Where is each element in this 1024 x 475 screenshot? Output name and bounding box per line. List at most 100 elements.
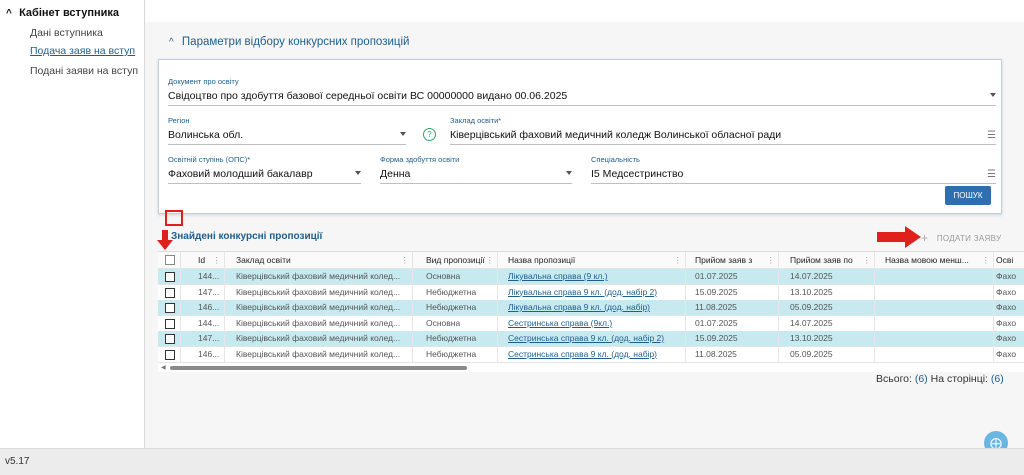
cell-name: Лікувальна справа 9 кл. (дод. набір) <box>498 300 686 315</box>
institution-field[interactable]: Заклад освіти* Ківерцівський фаховий мед… <box>450 116 996 145</box>
cell-name: Сестринська справа 9 кл. (дод. набір) <box>498 346 686 362</box>
chevron-down-icon[interactable] <box>566 171 572 175</box>
cell-institution: Ківерцівський фаховий медичний колед... <box>225 300 413 315</box>
per-page-count: (6) <box>990 373 1004 385</box>
select-all-checkbox[interactable] <box>165 255 175 265</box>
select-cell <box>158 346 181 362</box>
sidebar-title-label: Кабінет вступника <box>19 7 119 19</box>
sidebar-item-submitted-applications[interactable]: Подані заяви на вступ <box>30 65 138 77</box>
cell-from: 11.08.2025 <box>686 300 779 315</box>
table-totals: Всього: (6) На сторінці: (6) <box>876 373 1004 385</box>
offer-link[interactable]: Лікувальна справа 9 кл. (дод. набір 2) <box>508 287 657 297</box>
column-header-to[interactable]: Прийом заяв по ⋮ <box>779 252 875 268</box>
cell-edu: Фахо <box>994 300 1024 315</box>
cell-kind: Небюджетна <box>413 300 498 315</box>
offer-link[interactable]: Сестринська справа 9 кл. (дод. набір 2) <box>508 333 664 343</box>
horizontal-scrollbar[interactable]: ◀ <box>158 364 1024 372</box>
cell-to: 14.07.2025 <box>779 315 875 331</box>
cell-edu: Фахо <box>994 285 1024 300</box>
cell-id: 147... <box>181 284 225 300</box>
offer-link[interactable]: Лікувальна справа (9 кл.) <box>508 271 608 281</box>
cell-kind: Небюджетна <box>413 331 498 346</box>
table-row[interactable]: 147... Ківерцівський фаховий медичний кол… <box>158 331 1024 347</box>
region-field[interactable]: Регіон Волинська обл. <box>168 116 406 145</box>
submit-application-label: ПОДАТИ ЗАЯВУ <box>936 234 1002 243</box>
cell-institution: Ківерцівський фаховий медичний колед... <box>225 315 413 331</box>
top-bar <box>145 0 1024 22</box>
table-header: Id ⋮ Заклад освіти ⋮ Вид пропозиції ⋮ Назва… <box>158 252 1024 269</box>
cell-from: 15.09.2025 <box>686 331 779 346</box>
header-select-cell <box>158 252 181 268</box>
table-row[interactable]: 146... Ківерцівський фаховий медичний кол… <box>158 346 1024 363</box>
cell-name: Лікувальна справа (9 кл.) <box>498 269 686 284</box>
scroll-thumb[interactable] <box>170 366 467 370</box>
column-header-institution[interactable]: Заклад освіти ⋮ <box>225 252 413 268</box>
sidebar-item-submit-applications[interactable]: Подача заяв на вступ <box>30 45 135 57</box>
column-header-from[interactable]: Прийом заяв з ⋮ <box>686 252 779 268</box>
column-header-kind[interactable]: Вид пропозиції ⋮ <box>413 252 498 268</box>
chevron-down-icon[interactable] <box>990 93 996 97</box>
per-page-label: На сторінці: <box>930 373 988 385</box>
specialty-field[interactable]: Спеціальність І5 Медсестринство ☰ <box>591 155 996 184</box>
degree-field[interactable]: Освітній ступінь (ОПС)* Фаховий молодший… <box>168 155 361 184</box>
column-header-id[interactable]: Id ⋮ <box>181 252 225 268</box>
row-checkbox[interactable] <box>165 334 175 344</box>
cell-institution: Ківерцівський фаховий медичний колед... <box>225 331 413 346</box>
chevron-down-icon[interactable] <box>400 132 406 136</box>
scroll-left-icon[interactable]: ◀ <box>161 364 166 371</box>
sidebar-title[interactable]: ^ Кабінет вступника <box>6 7 119 19</box>
annotation-highlight-box <box>165 210 183 226</box>
cell-id: 146... <box>181 346 225 362</box>
table-row[interactable]: 147... Ківерцівський фаховий медичний кол… <box>158 284 1024 301</box>
column-header-edu[interactable]: Осві <box>994 252 1024 268</box>
row-checkbox[interactable] <box>165 303 175 313</box>
cell-minor-name <box>875 284 994 300</box>
cell-from: 01.07.2025 <box>686 269 779 284</box>
cell-name: Лікувальна справа 9 кл. (дод. набір 2) <box>498 284 686 300</box>
sidebar-item-applicant-data[interactable]: Дані вступника <box>30 27 103 39</box>
list-icon[interactable]: ☰ <box>987 169 996 180</box>
region-value: Волинська обл. <box>168 129 244 141</box>
table-row[interactable]: 144... Ківерцівський фаховий медичний кол… <box>158 315 1024 332</box>
institution-label: Заклад освіти* <box>450 116 502 125</box>
results-table: Id ⋮ Заклад освіти ⋮ Вид пропозиції ⋮ Назва… <box>158 251 1024 372</box>
filter-section-toggle[interactable]: ^ Параметри відбору конкурсних пропозиці… <box>169 36 409 48</box>
cell-name: Сестринська справа 9 кл. (дод. набір 2) <box>498 331 686 346</box>
cell-from: 11.08.2025 <box>686 346 779 362</box>
offer-link[interactable]: Лікувальна справа 9 кл. (дод. набір) <box>508 302 650 312</box>
search-button[interactable]: ПОШУК <box>945 186 991 205</box>
study-form-value: Денна <box>380 168 411 180</box>
cell-edu: Фахо <box>994 347 1024 362</box>
column-header-name[interactable]: Назва пропозиції ⋮ <box>498 252 686 268</box>
row-checkbox[interactable] <box>165 318 175 329</box>
list-icon[interactable]: ☰ <box>987 130 996 141</box>
offer-link[interactable]: Сестринська справа (9кл.) <box>508 318 612 328</box>
submit-application-button[interactable]: + ПОДАТИ ЗАЯВУ <box>921 231 1001 245</box>
table-row[interactable]: 144... Ківерцівський фаховий медичний кол… <box>158 269 1024 285</box>
chevron-down-icon[interactable] <box>355 171 361 175</box>
row-checkbox[interactable] <box>165 272 175 282</box>
institution-value: Ківерцівський фаховий медичний коледж Во… <box>450 129 782 141</box>
help-icon[interactable]: ? <box>423 128 436 141</box>
document-field[interactable]: Документ про освіту Свідоцтво про здобут… <box>168 77 996 106</box>
results-title: Знайдені конкурсні пропозиції <box>171 231 323 242</box>
table-row[interactable]: 146... Ківерцівський фаховий медичний кол… <box>158 300 1024 316</box>
degree-value: Фаховий молодший бакалавр <box>168 168 313 180</box>
cell-minor-name <box>875 300 994 315</box>
row-checkbox[interactable] <box>165 287 175 298</box>
column-header-minor-name[interactable]: Назва мовою менш... ⋮ <box>875 252 994 268</box>
cell-institution: Ківерцівський фаховий медичний колед... <box>225 269 413 284</box>
cell-minor-name <box>875 269 994 284</box>
offer-link[interactable]: Сестринська справа 9 кл. (дод. набір) <box>508 349 657 359</box>
cell-edu: Фахо <box>994 316 1024 331</box>
cell-to: 13.10.2025 <box>779 331 875 346</box>
cell-to: 05.09.2025 <box>779 346 875 362</box>
cell-kind: Небюджетна <box>413 284 498 300</box>
row-checkbox[interactable] <box>165 349 175 360</box>
annotation-arrow-right-icon <box>877 226 921 248</box>
sidebar: ^ Кабінет вступника Дані вступника Подач… <box>0 0 145 448</box>
annotation-arrow-down-icon <box>157 230 173 250</box>
filter-section-title: Параметри відбору конкурсних пропозицій <box>181 36 410 48</box>
study-form-field[interactable]: Форма здобуття освіти Денна <box>380 155 572 184</box>
document-value: Свідоцтво про здобуття базової середньої… <box>168 90 568 102</box>
